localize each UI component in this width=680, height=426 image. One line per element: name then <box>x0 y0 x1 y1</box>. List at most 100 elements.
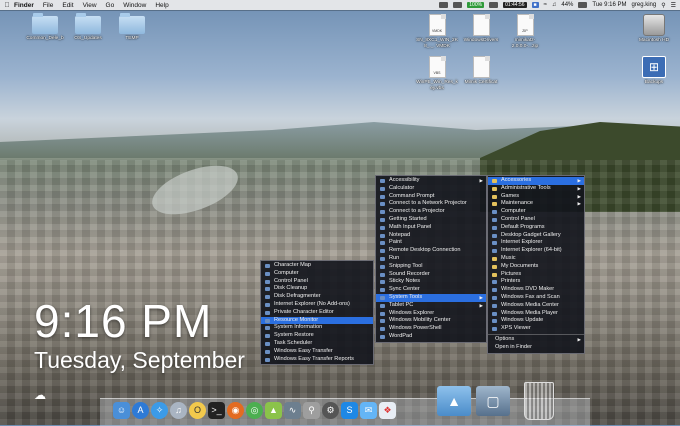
menu-item[interactable]: Internet Explorer (64-bit) <box>488 247 584 255</box>
mail-icon[interactable]: ✉ <box>360 402 377 419</box>
desktop-file[interactable]: VMDK SN_8XC1_WIN_2K8_._. VMDK <box>415 14 459 49</box>
menu-item[interactable]: Control Panel <box>261 278 373 286</box>
menu-item[interactable]: Windows DVD Maker <box>488 286 584 294</box>
notes-icon[interactable]: O <box>189 402 206 419</box>
menu-item[interactable]: XPS Viewer <box>488 325 584 333</box>
menu-item[interactable]: Windows Mobility Center <box>376 317 486 325</box>
desktop-file[interactable]: WindowsDrivers <box>459 14 503 44</box>
menu-item[interactable]: Disk Defragmenter <box>261 293 373 301</box>
menu-item[interactable]: Paint <box>376 239 486 247</box>
bluetooth-icon[interactable] <box>439 2 449 8</box>
desktop-file[interactable]: VBS WinPE_Win_Res_key.vbs <box>415 56 459 91</box>
menu-item[interactable]: Windows Update <box>488 317 584 325</box>
menu-item[interactable]: Notepad <box>376 232 486 240</box>
menu-item[interactable]: Private Character Editor <box>261 309 373 317</box>
display-icon[interactable]: ■ <box>531 2 539 8</box>
menu-item[interactable]: Games ▶ <box>488 193 584 201</box>
firefox-icon[interactable]: ◉ <box>227 402 244 419</box>
menu-app-name[interactable]: Finder <box>14 2 34 9</box>
search-icon[interactable]: ⚲ <box>661 2 665 9</box>
menu-item[interactable]: Sound Recorder <box>376 271 486 279</box>
menu-item[interactable]: Connect to a Projector <box>376 208 486 216</box>
desktop-file[interactable]: Mimik Certificat <box>459 56 503 86</box>
menu-item[interactable]: Computer <box>261 270 373 278</box>
volume-icon[interactable]: ♫ <box>552 2 557 8</box>
desktop-file[interactable]: ZIP mimikatz-2.0.0.0-...zip <box>503 14 547 49</box>
menu-go[interactable]: Go <box>106 2 115 9</box>
menu-item[interactable]: Getting Started <box>376 216 486 224</box>
desktop-backup[interactable]: ⊞ Backups <box>632 56 676 86</box>
menu-item[interactable]: Windows Media Player <box>488 310 584 318</box>
menu-item[interactable]: WordPad <box>376 333 486 341</box>
menu-item[interactable]: Music <box>488 255 584 263</box>
chrome-icon[interactable]: ◎ <box>246 402 263 419</box>
menu-item[interactable]: Task Scheduler <box>261 340 373 348</box>
menu-item[interactable]: Disk Cleanup <box>261 285 373 293</box>
menu-item[interactable]: Windows Explorer <box>376 310 486 318</box>
activity-icon[interactable]: ∿ <box>284 402 301 419</box>
menu-item-selected[interactable]: Accessories ▶ <box>488 177 584 185</box>
desktop-drive[interactable]: Macintosh HD <box>632 14 676 44</box>
documents-folder-icon[interactable]: ▢ <box>476 386 510 416</box>
desktop-folder[interactable]: OS_Updates <box>66 13 110 42</box>
trash-icon[interactable] <box>524 382 554 420</box>
status-badge-percent[interactable]: 100% <box>467 2 485 8</box>
menu-item[interactable]: Command Prompt <box>376 193 486 201</box>
menu-item[interactable]: Windows Easy Transfer Reports <box>261 356 373 364</box>
menu-item[interactable]: My Documents <box>488 263 584 271</box>
menu-item[interactable]: System Restore <box>261 332 373 340</box>
menu-item[interactable]: Math Input Panel <box>376 224 486 232</box>
skype-icon[interactable]: S <box>341 402 358 419</box>
vpn-icon[interactable] <box>489 2 499 8</box>
menu-view[interactable]: View <box>83 2 97 9</box>
keychain-icon[interactable]: ⚲ <box>303 402 320 419</box>
apple-menu-icon[interactable]:  <box>0 2 14 9</box>
menu-item[interactable]: Windows Easy Transfer <box>261 348 373 356</box>
menu-item[interactable]: Internet Explorer (No Add-ons) <box>261 301 373 309</box>
menu-item[interactable]: Sync Center <box>376 286 486 294</box>
menu-file[interactable]: File <box>43 2 53 9</box>
itunes-icon[interactable]: ♫ <box>170 402 187 419</box>
menu-item[interactable]: Character Map <box>261 262 373 270</box>
sync-icon[interactable] <box>453 2 463 8</box>
applications-folder-icon[interactable]: ▲ <box>437 386 471 416</box>
menu-window[interactable]: Window <box>123 2 146 9</box>
menu-item[interactable]: Accessibility ▶ <box>376 177 486 185</box>
menu-item-selected[interactable]: System Tools ▶ <box>376 293 486 302</box>
menu-item[interactable]: Maintenance ▶ <box>488 200 584 208</box>
vmware-icon[interactable]: ⚙ <box>322 402 339 419</box>
menu-item[interactable]: Control Panel <box>488 216 584 224</box>
menu-item[interactable]: Windows Fax and Scan <box>488 294 584 302</box>
menu-edit[interactable]: Edit <box>62 2 73 9</box>
menu-item[interactable]: Connect to a Network Projector <box>376 200 486 208</box>
menu-item[interactable]: Desktop Gadget Gallery <box>488 232 584 240</box>
menu-item[interactable]: Tablet PC ▶ <box>376 302 486 310</box>
menu-item-options[interactable]: Options ▶ <box>488 336 584 344</box>
app-store-icon[interactable]: A <box>132 402 149 419</box>
menu-item[interactable]: Windows PowerShell <box>376 325 486 333</box>
battery-icon[interactable] <box>578 2 588 8</box>
desktop-folder[interactable]: TEMP <box>110 13 154 42</box>
finder-icon[interactable]: ☺ <box>113 402 130 419</box>
menu-item[interactable]: Sticky Notes <box>376 278 486 286</box>
terminal-icon[interactable]: >_ <box>208 402 225 419</box>
menu-item[interactable]: Pictures <box>488 271 584 279</box>
safari-icon[interactable]: ✧ <box>151 402 168 419</box>
wifi-icon[interactable]: ≈ <box>544 2 547 8</box>
menu-item[interactable]: Windows Media Center <box>488 302 584 310</box>
menu-item[interactable]: Printers <box>488 278 584 286</box>
menu-item[interactable]: Computer <box>488 208 584 216</box>
menubar-clock[interactable]: Tue 9:16 PM <box>592 2 626 8</box>
battery-percent[interactable]: 44% <box>561 2 573 8</box>
menu-item[interactable]: Calculator <box>376 185 486 193</box>
menu-item[interactable]: Run <box>376 255 486 263</box>
menu-item-selected[interactable]: Resource Monitor <box>261 316 373 325</box>
desktop-folder[interactable]: Common_Dele_b <box>23 13 67 42</box>
windows-icon[interactable]: ❖ <box>379 402 396 419</box>
menu-item-open-in-finder[interactable]: Open in Finder <box>488 344 584 352</box>
menu-item[interactable]: Default Programs <box>488 224 584 232</box>
menu-item[interactable]: System Information <box>261 324 373 332</box>
user-name[interactable]: greg.king <box>632 2 657 8</box>
menu-help[interactable]: Help <box>155 2 168 9</box>
menu-item[interactable]: Administrative Tools ▶ <box>488 185 584 193</box>
